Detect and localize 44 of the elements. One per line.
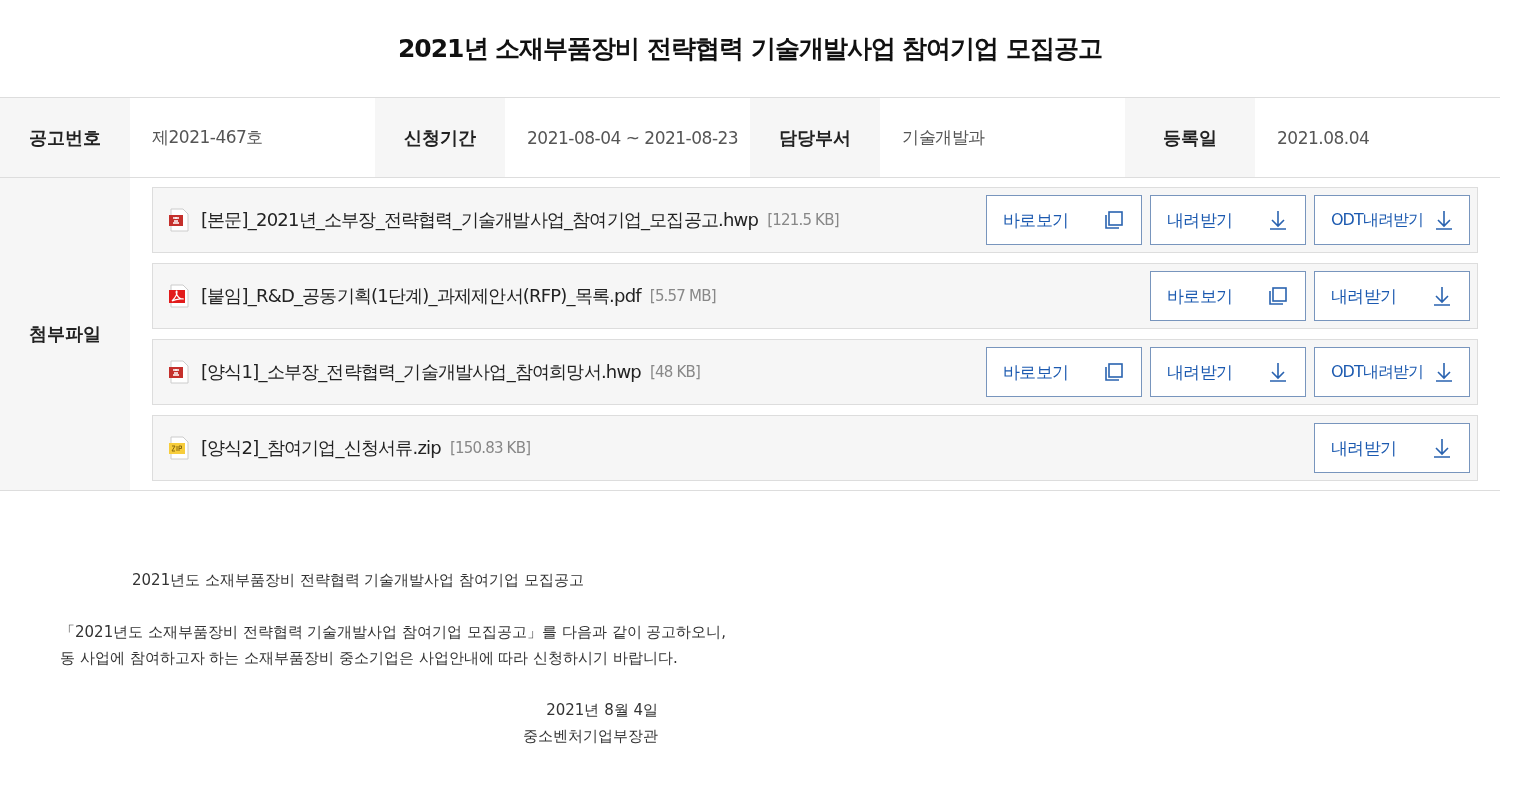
field-value: 2021.08.04 — [1276, 126, 1371, 150]
zip-file-icon — [167, 436, 191, 460]
file-name: [붙임]_R&D_공동기획(1단계)_과제제안서(RFP)_목록.pdf — [201, 284, 641, 308]
field-label: 신청기간 — [375, 98, 505, 177]
notice-date: 2021년 8월 4일 — [546, 700, 658, 721]
download-icon — [1433, 361, 1455, 383]
copy-icon — [1103, 361, 1125, 383]
page-title: 2021년 소재부품장비 전략협력 기술개발사업 참여기업 모집공고 — [396, 33, 1104, 65]
field-value: 기술개발과 — [901, 126, 986, 149]
field-label: 첨부파일 — [0, 178, 130, 490]
preview-button[interactable]: 바로보기 — [986, 347, 1142, 397]
file-size: [48 KB] — [650, 363, 701, 381]
download-button[interactable]: 내려받기 — [1314, 423, 1470, 473]
field-label: 공고번호 — [0, 98, 130, 177]
field-label: 등록일 — [1125, 98, 1255, 177]
download-button[interactable]: 내려받기 — [1150, 347, 1306, 397]
notice-paragraph: 「2021년도 소재부품장비 전략협력 기술개발사업 참여기업 모집공고」를 다음과 같이 공고하오니, 동 사업에 참여하고자 하는 소재부품장비 중소기업은 사업안내에 따라 신청하시기 바랍니다. — [60, 622, 728, 669]
field-value: 2021-08-04 ~ 2021-08-23 — [526, 126, 740, 150]
preview-button[interactable]: 바로보기 — [986, 195, 1142, 245]
download-button[interactable]: 내려받기 — [1314, 271, 1470, 321]
field-label: 담당부서 — [750, 98, 880, 177]
file-size: [121.5 KB] — [767, 211, 839, 229]
file-name: [양식1]_소부장_전략협력_기술개발사업_참여희망서.hwp — [201, 360, 641, 384]
download-icon — [1431, 285, 1453, 307]
download-icon — [1267, 209, 1289, 231]
odt-download-button[interactable]: ODT내려받기 — [1314, 347, 1470, 397]
download-icon — [1267, 361, 1289, 383]
hwp-file-icon — [167, 360, 191, 384]
copy-icon — [1267, 285, 1289, 307]
odt-download-button[interactable]: ODT내려받기 — [1314, 195, 1470, 245]
file-size: [150.83 KB] — [449, 439, 531, 457]
hwp-file-icon — [167, 208, 191, 232]
download-icon — [1433, 209, 1455, 231]
copy-icon — [1103, 209, 1125, 231]
file-name: [본문]_2021년_소부장_전략협력_기술개발사업_참여기업_모집공고.hwp — [201, 208, 759, 232]
file-size: [5.57 MB] — [649, 287, 716, 305]
download-icon — [1431, 437, 1453, 459]
download-button[interactable]: 내려받기 — [1150, 195, 1306, 245]
pdf-file-icon — [167, 284, 191, 308]
notice-signature: 중소벤처기업부장관 — [523, 726, 658, 747]
notice-heading: 2021년도 소재부품장비 전략협력 기술개발사업 참여기업 모집공고 — [131, 570, 585, 591]
file-name: [양식2]_참여기업_신청서류.zip — [201, 436, 441, 460]
field-value: 제2021-467호 — [151, 126, 264, 149]
preview-button[interactable]: 바로보기 — [1150, 271, 1306, 321]
